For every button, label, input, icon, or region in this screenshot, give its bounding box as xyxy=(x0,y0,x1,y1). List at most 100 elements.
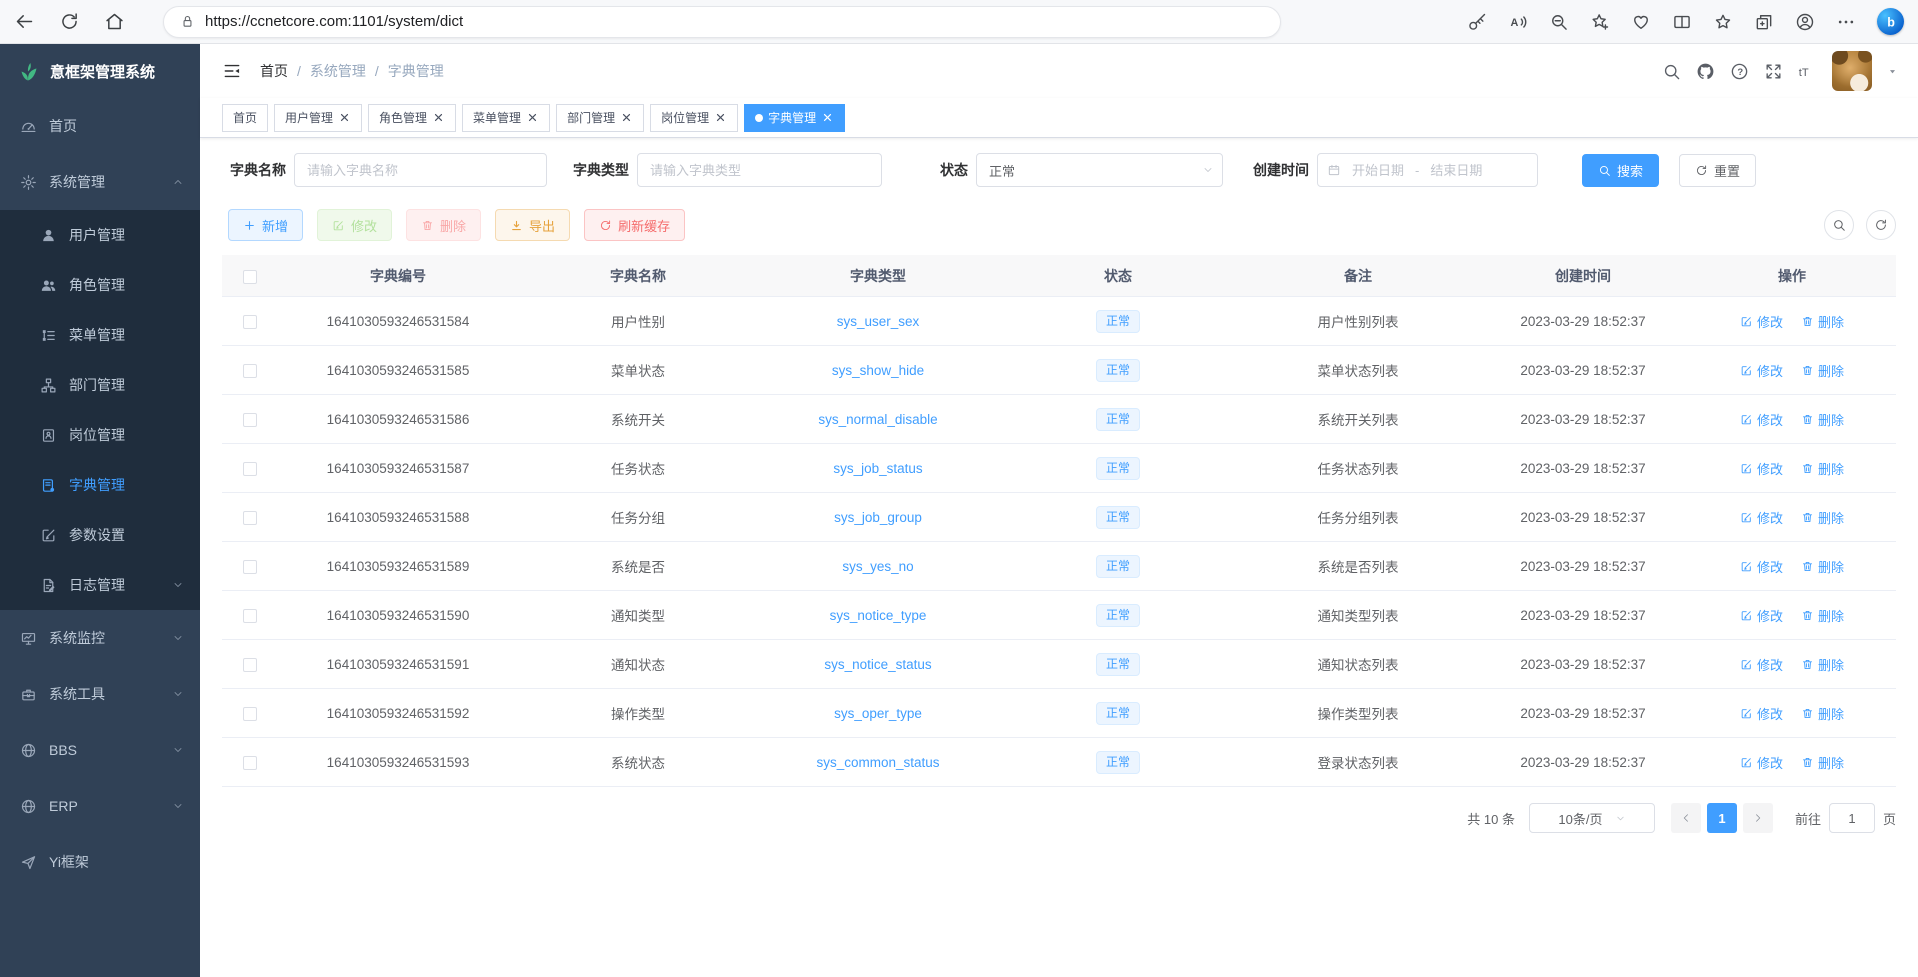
search-button[interactable]: 搜索 xyxy=(1582,154,1659,187)
row-edit-button[interactable]: 修改 xyxy=(1740,557,1783,576)
row-checkbox[interactable] xyxy=(243,511,257,525)
browser-action-icon[interactable] xyxy=(1672,12,1692,32)
row-delete-button[interactable]: 删除 xyxy=(1801,606,1844,625)
row-checkbox[interactable] xyxy=(243,609,257,623)
row-checkbox[interactable] xyxy=(243,658,257,672)
current-page-button[interactable]: 1 xyxy=(1707,803,1737,833)
header-action-icon[interactable] xyxy=(1730,62,1749,81)
dict-type-link[interactable]: sys_notice_type xyxy=(830,608,927,623)
row-checkbox[interactable] xyxy=(243,364,257,378)
sidebar-item[interactable]: 部门管理 xyxy=(0,360,200,410)
sidebar-item[interactable]: 菜单管理 xyxy=(0,310,200,360)
browser-action-icon[interactable] xyxy=(1467,12,1487,32)
row-delete-button[interactable]: 删除 xyxy=(1801,655,1844,674)
row-edit-button[interactable]: 修改 xyxy=(1740,508,1783,527)
row-edit-button[interactable]: 修改 xyxy=(1740,361,1783,380)
sidebar-item[interactable]: 岗位管理 xyxy=(0,410,200,460)
row-checkbox[interactable] xyxy=(243,707,257,721)
end-date-input[interactable] xyxy=(1425,163,1487,178)
status-select[interactable] xyxy=(976,153,1223,187)
sidebar-item[interactable]: 日志管理 xyxy=(0,560,200,610)
header-action-icon[interactable] xyxy=(1764,62,1783,81)
dict-type-link[interactable]: sys_job_group xyxy=(834,510,922,525)
dict-type-link[interactable]: sys_notice_status xyxy=(824,657,931,672)
reset-button[interactable]: 重置 xyxy=(1679,154,1756,187)
row-checkbox[interactable] xyxy=(243,462,257,476)
sidebar-item[interactable]: 参数设置 xyxy=(0,510,200,560)
browser-action-icon[interactable] xyxy=(1754,12,1774,32)
sidebar-item[interactable]: 系统监控 xyxy=(0,610,200,666)
toggle-search-button[interactable] xyxy=(1824,210,1854,240)
tab-close-icon[interactable] xyxy=(821,111,834,124)
export-button[interactable]: 导出 xyxy=(495,209,570,241)
browser-action-icon[interactable] xyxy=(1549,12,1569,32)
breadcrumb-home[interactable]: 首页 xyxy=(260,61,288,81)
dict-type-link[interactable]: sys_yes_no xyxy=(842,559,913,574)
sidebar-item[interactable]: 系统管理 xyxy=(0,154,200,210)
page-tab[interactable]: 岗位管理 xyxy=(650,104,738,132)
header-action-icon[interactable] xyxy=(1798,62,1817,81)
row-delete-button[interactable]: 删除 xyxy=(1801,753,1844,772)
sidebar-item[interactable]: 系统工具 xyxy=(0,666,200,722)
page-tab[interactable]: 菜单管理 xyxy=(462,104,550,132)
bing-icon[interactable] xyxy=(1877,8,1904,35)
goto-page-input[interactable] xyxy=(1829,803,1875,833)
tab-close-icon[interactable] xyxy=(526,111,539,124)
dict-type-link[interactable]: sys_user_sex xyxy=(837,314,920,329)
sidebar-item[interactable]: Yi框架 xyxy=(0,834,200,890)
prev-page-button[interactable] xyxy=(1671,803,1701,833)
select-all-checkbox[interactable] xyxy=(243,270,257,284)
tab-close-icon[interactable] xyxy=(714,111,727,124)
sidebar-item[interactable]: 首页 xyxy=(0,98,200,154)
dict-type-link[interactable]: sys_oper_type xyxy=(834,706,922,721)
browser-nav-icon[interactable] xyxy=(14,11,35,32)
add-button[interactable]: 新增 xyxy=(228,209,303,241)
dict-type-link[interactable]: sys_normal_disable xyxy=(818,412,937,427)
app-logo[interactable]: 意框架管理系统 xyxy=(0,44,200,98)
avatar-caret-icon[interactable] xyxy=(1887,66,1898,77)
header-action-icon[interactable] xyxy=(1696,62,1715,81)
start-date-input[interactable] xyxy=(1347,163,1409,178)
browser-action-icon[interactable] xyxy=(1795,12,1815,32)
page-tab[interactable]: 部门管理 xyxy=(556,104,644,132)
row-delete-button[interactable]: 删除 xyxy=(1801,312,1844,331)
browser-action-icon[interactable] xyxy=(1836,12,1856,32)
row-edit-button[interactable]: 修改 xyxy=(1740,312,1783,331)
dict-name-input[interactable] xyxy=(294,153,547,187)
browser-action-icon[interactable] xyxy=(1631,12,1651,32)
row-checkbox[interactable] xyxy=(243,560,257,574)
browser-action-icon[interactable] xyxy=(1713,12,1733,32)
dict-type-link[interactable]: sys_show_hide xyxy=(832,363,924,378)
row-edit-button[interactable]: 修改 xyxy=(1740,655,1783,674)
row-delete-button[interactable]: 删除 xyxy=(1801,361,1844,380)
row-edit-button[interactable]: 修改 xyxy=(1740,606,1783,625)
sidebar-item[interactable]: 用户管理 xyxy=(0,210,200,260)
row-checkbox[interactable] xyxy=(243,756,257,770)
row-delete-button[interactable]: 删除 xyxy=(1801,508,1844,527)
browser-nav-icon[interactable] xyxy=(104,11,125,32)
url-text[interactable]: https://ccnetcore.com:1101/system/dict xyxy=(205,13,463,30)
tab-close-icon[interactable] xyxy=(620,111,633,124)
page-tab[interactable]: 字典管理 xyxy=(744,104,845,132)
page-tab[interactable]: 用户管理 xyxy=(274,104,362,132)
user-avatar[interactable] xyxy=(1832,51,1872,91)
next-page-button[interactable] xyxy=(1743,803,1773,833)
refresh-cache-button[interactable]: 刷新缓存 xyxy=(584,209,685,241)
sidebar-item[interactable]: 角色管理 xyxy=(0,260,200,310)
edit-button[interactable]: 修改 xyxy=(317,209,392,241)
date-range-picker[interactable]: - xyxy=(1317,153,1538,187)
dict-type-link[interactable]: sys_common_status xyxy=(816,755,939,770)
delete-button[interactable]: 删除 xyxy=(406,209,481,241)
page-tab[interactable]: 首页 xyxy=(222,104,268,132)
row-checkbox[interactable] xyxy=(243,315,257,329)
row-delete-button[interactable]: 删除 xyxy=(1801,557,1844,576)
tab-close-icon[interactable] xyxy=(338,111,351,124)
sidebar-item[interactable]: BBS xyxy=(0,722,200,778)
sidebar-item[interactable]: 字典管理 xyxy=(0,460,200,510)
row-edit-button[interactable]: 修改 xyxy=(1740,753,1783,772)
header-action-icon[interactable] xyxy=(1662,62,1681,81)
row-edit-button[interactable]: 修改 xyxy=(1740,459,1783,478)
tab-close-icon[interactable] xyxy=(432,111,445,124)
dict-type-link[interactable]: sys_job_status xyxy=(833,461,922,476)
browser-action-icon[interactable] xyxy=(1508,12,1528,32)
